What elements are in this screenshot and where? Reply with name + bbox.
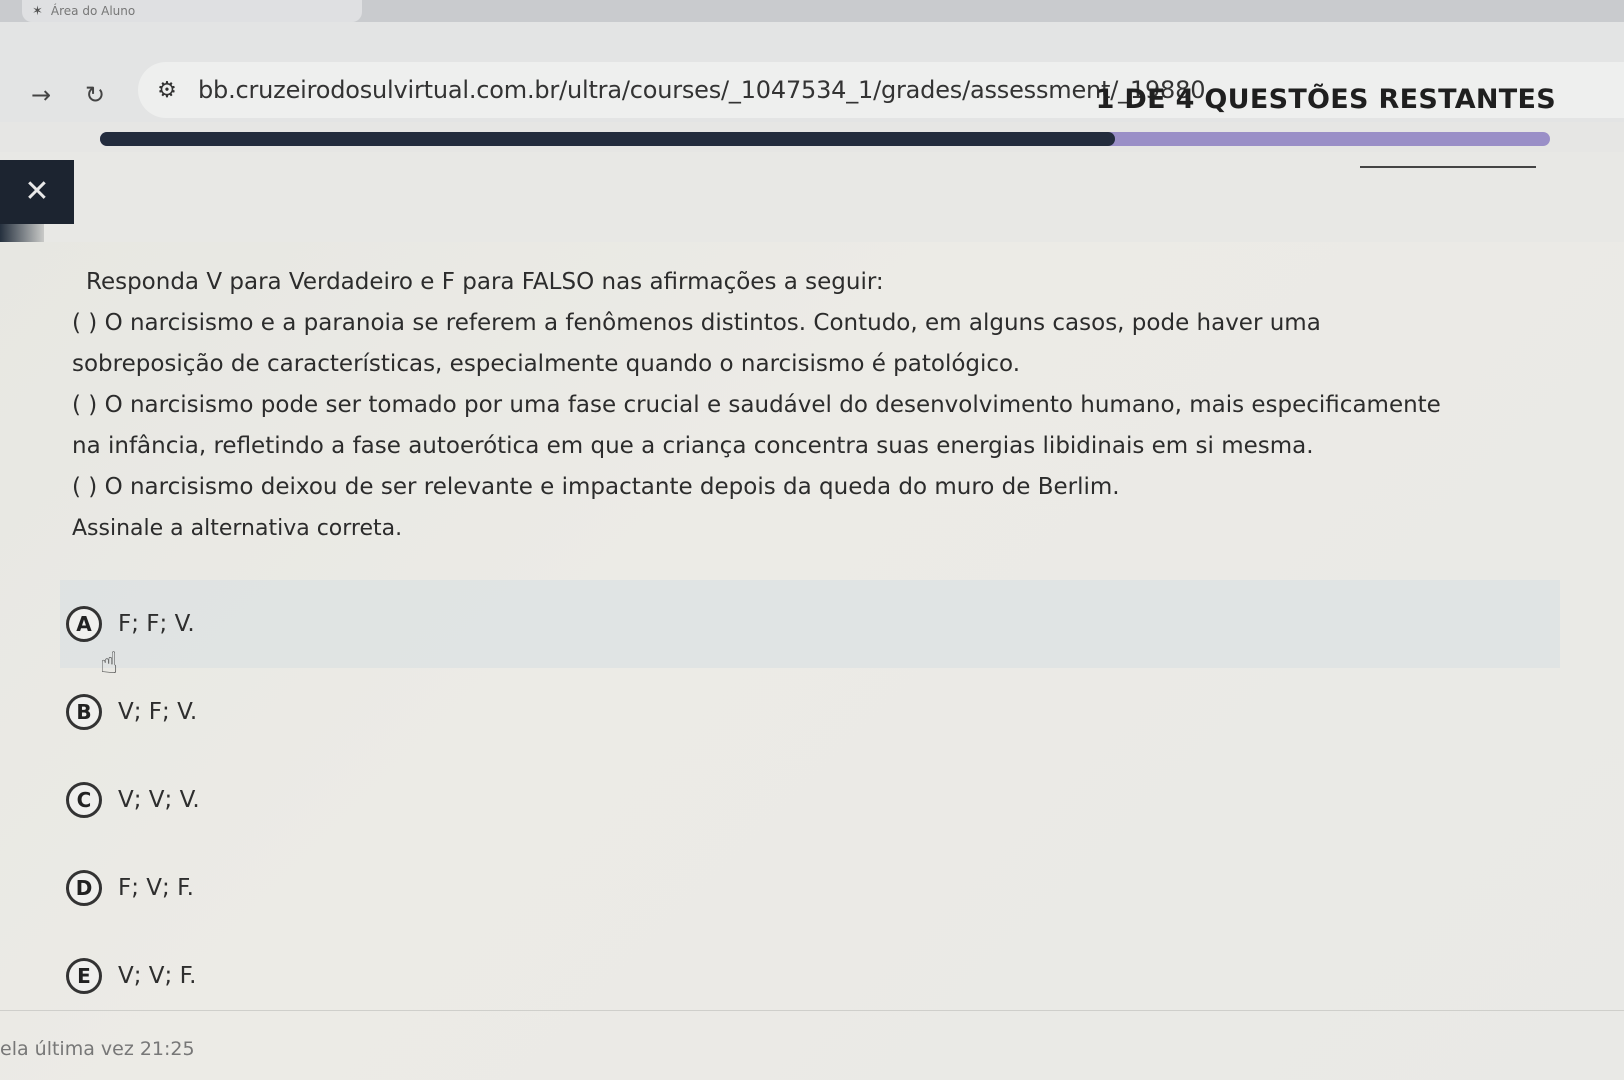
hand-cursor-icon: ☝ [100, 646, 119, 681]
option-e[interactable]: E V; V; F. [60, 932, 1560, 1020]
option-text: V; F; V. [118, 699, 198, 725]
statement-1-line-2: sobreposição de características, especia… [72, 351, 1021, 377]
site-settings-icon[interactable]: ⚙ [152, 78, 182, 103]
star-icon: ✶ [32, 3, 43, 19]
option-text: V; V; V. [118, 787, 200, 813]
statement-3: ( ) O narcisismo deixou de ser relevante… [72, 474, 1120, 500]
progress-fill [100, 132, 1115, 146]
option-text: F; F; V. [118, 611, 195, 637]
close-icon: ✕ [24, 174, 50, 209]
statement-2-line-2: na infância, refletindo a fase autoeróti… [72, 433, 1314, 459]
footer-divider [0, 1010, 1624, 1011]
progress-track [100, 132, 1550, 146]
option-d[interactable]: D F; V; F. [60, 844, 1560, 932]
answer-options: A F; F; V. B ☝ V; F; V. C V; V; V. D F; … [60, 580, 1560, 1020]
progress-area [0, 122, 1624, 152]
question-block: Responda V para Verdadeiro e F para FALS… [72, 262, 1552, 549]
question-instruction: Assinale a alternativa correta. [72, 516, 403, 541]
browser-tab[interactable]: ✶ Área do Aluno [22, 0, 362, 22]
option-b[interactable]: B ☝ V; F; V. [60, 646, 1560, 756]
option-letter: C [66, 782, 102, 818]
forward-icon[interactable]: → [26, 80, 56, 110]
statement-1-line-1: ( ) O narcisismo e a paranoia se referem… [72, 310, 1321, 336]
header-divider [1360, 166, 1536, 168]
statement-2-line-1: ( ) O narcisismo pode ser tomado por uma… [72, 392, 1441, 418]
questions-remaining: 1 DE 4 QUESTÕES RESTANTES [1095, 84, 1556, 115]
browser-tabstrip: ✶ Área do Aluno [0, 0, 1624, 22]
option-letter: E [66, 958, 102, 994]
url-text: bb.cruzeirodosulvirtual.com.br/ultra/cou… [198, 76, 1206, 104]
option-letter: D [66, 870, 102, 906]
option-text: V; V; F. [118, 963, 197, 989]
option-letter: B [66, 694, 102, 730]
option-c[interactable]: C V; V; V. [60, 756, 1560, 844]
close-button[interactable]: ✕ [0, 160, 74, 224]
tab-title: Área do Aluno [50, 4, 136, 18]
last-saved-text: ela última vez 21:25 [0, 1038, 195, 1060]
reload-icon[interactable]: ↻ [80, 80, 110, 110]
option-letter: A [66, 606, 102, 642]
question-intro: Responda V para Verdadeiro e F para FALS… [86, 269, 884, 295]
option-text: F; V; F. [118, 875, 194, 901]
option-a[interactable]: A F; F; V. [60, 580, 1560, 668]
